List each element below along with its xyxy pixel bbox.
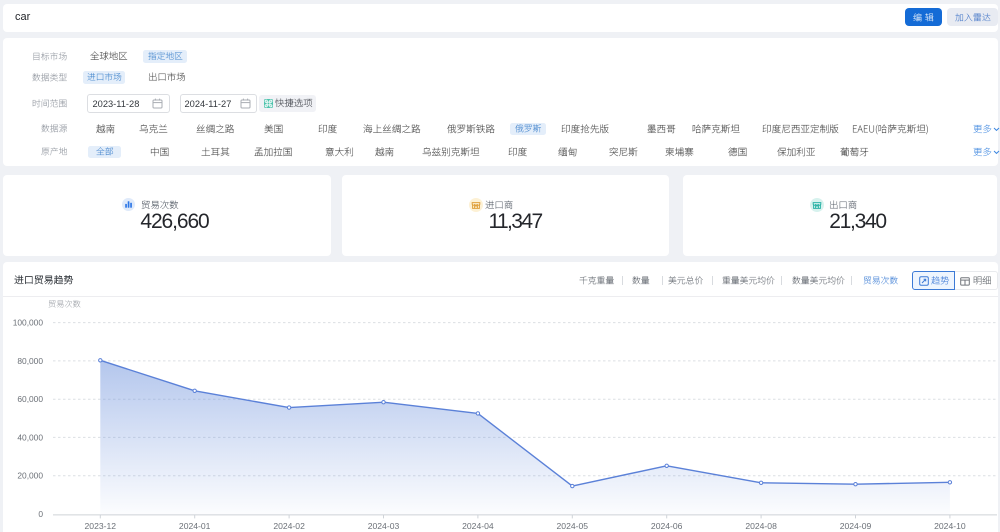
svg-text:2023-12: 2023-12 <box>85 521 117 531</box>
svg-text:80,000: 80,000 <box>17 356 43 366</box>
svg-text:2024-04: 2024-04 <box>462 521 494 531</box>
svg-text:20,000: 20,000 <box>17 471 43 481</box>
svg-text:100,000: 100,000 <box>13 318 44 328</box>
svg-text:2024-06: 2024-06 <box>651 521 683 531</box>
svg-text:2024-09: 2024-09 <box>840 521 872 531</box>
svg-text:40,000: 40,000 <box>17 432 43 442</box>
svg-text:2024-05: 2024-05 <box>557 521 589 531</box>
svg-text:2024-01: 2024-01 <box>179 521 211 531</box>
svg-text:60,000: 60,000 <box>17 394 43 404</box>
svg-text:2024-10: 2024-10 <box>934 521 966 531</box>
svg-text:2024-03: 2024-03 <box>368 521 400 531</box>
svg-text:2024-08: 2024-08 <box>745 521 777 531</box>
svg-text:0: 0 <box>38 509 43 519</box>
svg-text:2024-02: 2024-02 <box>273 521 305 531</box>
